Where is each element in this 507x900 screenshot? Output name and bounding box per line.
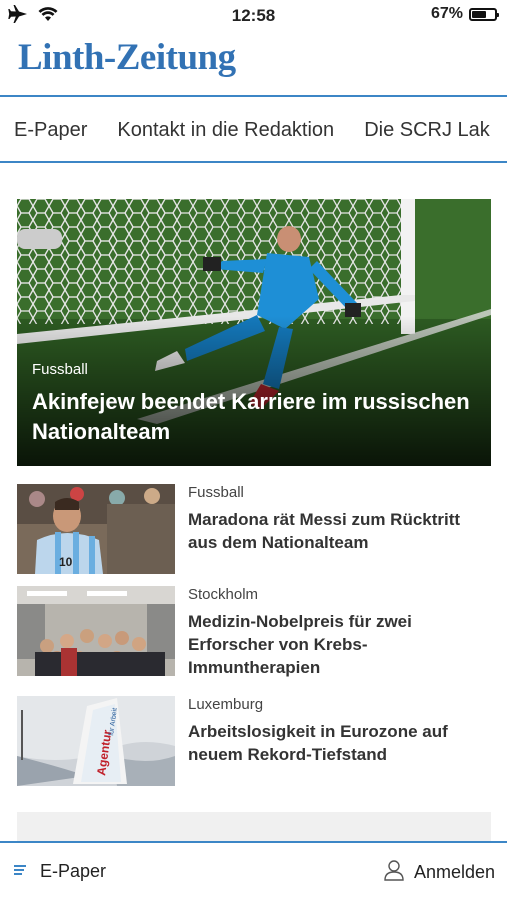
- epaper-label: E-Paper: [40, 861, 107, 881]
- login-label: Anmelden: [413, 862, 495, 882]
- battery-percent: 67%: [430, 5, 463, 22]
- list-item[interactable]: Agentur für Arbeit Luxemburg Arbeitslosi…: [17, 696, 491, 786]
- list-item[interactable]: Stockholm Medizin-Nobelpreis für zwei Er…: [17, 586, 491, 679]
- article-title[interactable]: Maradona rät Messi zum Rücktritt aus dem…: [188, 508, 488, 554]
- article-title[interactable]: Arbeitslosigkeit in Eurozone auf neuem R…: [188, 720, 488, 766]
- article-category: Stockholm: [188, 586, 259, 603]
- article-title[interactable]: Medizin-Nobelpreis für zwei Erforscher v…: [188, 610, 488, 679]
- nav-item-scrj[interactable]: Die SCRJ Lak: [364, 119, 490, 142]
- hero-article[interactable]: Fussball Akinfejew beendet Karriere im r…: [17, 199, 491, 466]
- article-thumbnail: Agentur für Arbeit: [17, 696, 175, 786]
- hero-category: Fussball: [32, 361, 88, 378]
- article-category: Fussball: [188, 484, 244, 501]
- svg-text:10: 10: [59, 555, 73, 569]
- article-category: Luxemburg: [188, 696, 264, 713]
- divider: [0, 161, 507, 163]
- battery-icon: [469, 7, 499, 21]
- article-thumbnail: 10: [17, 484, 175, 574]
- article-thumbnail: [17, 586, 175, 676]
- nav-item-kontakt[interactable]: Kontakt in die Redaktion: [117, 119, 334, 142]
- bottom-bar: E-Paper Anmelden: [0, 841, 507, 900]
- status-bar: 12:58 67%: [0, 0, 507, 30]
- menu-icon: [14, 863, 26, 881]
- nav-item-epaper[interactable]: E-Paper: [14, 119, 87, 142]
- site-logo[interactable]: Linth-Zeitung: [18, 36, 236, 79]
- epaper-menu-button[interactable]: E-Paper: [14, 861, 106, 882]
- section-nav: E-Paper Kontakt in die Redaktion Die SCRJ …: [0, 97, 507, 161]
- login-button[interactable]: Anmelden: [384, 859, 495, 886]
- user-icon: [384, 859, 404, 886]
- ad-placeholder: [17, 812, 491, 842]
- list-item[interactable]: 10 Fussball Maradona rät Messi zum Rückt…: [17, 484, 491, 574]
- hero-title[interactable]: Akinfejew beendet Karriere im russischen…: [32, 387, 472, 447]
